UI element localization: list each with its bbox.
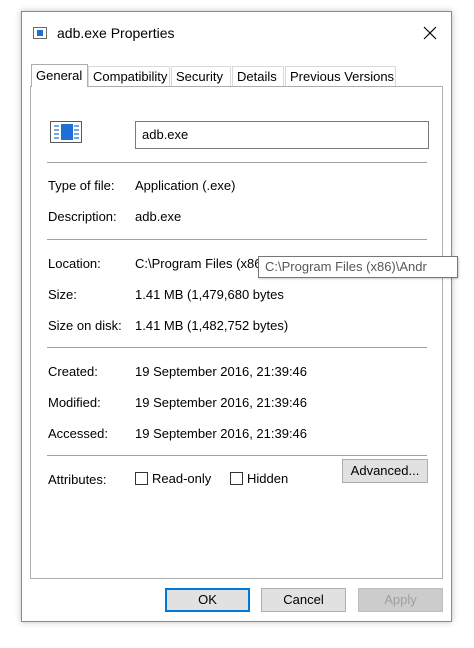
cancel-button[interactable]: Cancel: [261, 588, 346, 612]
readonly-label: Read-only: [152, 471, 212, 486]
close-button[interactable]: [409, 12, 451, 54]
divider: [47, 239, 427, 240]
size-value: 1.41 MB (1,479,680 bytes: [135, 287, 284, 302]
file-name-input[interactable]: adb.exe: [135, 121, 429, 149]
readonly-checkbox[interactable]: Read-only: [135, 471, 211, 486]
created-label: Created:: [48, 364, 98, 379]
title-bar: adb.exe Properties: [22, 12, 451, 54]
location-tooltip: C:\Program Files (x86)\Andr: [258, 256, 458, 278]
divider: [47, 162, 427, 163]
modified-value: 19 September 2016, 21:39:46: [135, 395, 308, 410]
window-title: adb.exe Properties: [57, 25, 175, 41]
created-value: 19 September 2016, 21:39:46: [135, 364, 308, 379]
apply-button[interactable]: Apply: [358, 588, 443, 612]
tab-security[interactable]: Security: [171, 66, 231, 86]
size-label: Size:: [48, 287, 77, 302]
tab-previous-versions[interactable]: Previous Versions: [285, 66, 396, 86]
type-value: Application (.exe): [135, 178, 236, 193]
description-value: adb.exe: [135, 209, 182, 224]
size-on-disk-label: Size on disk:: [48, 318, 122, 333]
hidden-checkbox[interactable]: Hidden: [230, 471, 288, 486]
location-label: Location:: [48, 256, 101, 271]
tab-details[interactable]: Details: [232, 66, 284, 86]
divider: [47, 347, 427, 348]
hidden-checkbox-box[interactable]: [230, 472, 243, 485]
file-icon: [50, 121, 82, 143]
advanced-button[interactable]: Advanced...: [342, 459, 428, 483]
accessed-label: Accessed:: [48, 426, 108, 441]
modified-label: Modified:: [48, 395, 101, 410]
close-icon: [423, 26, 437, 40]
size-on-disk-value: 1.41 MB (1,482,752 bytes): [135, 318, 289, 333]
readonly-checkbox-box[interactable]: [135, 472, 148, 485]
app-icon: [33, 27, 47, 39]
general-panel: adb.exe Type of file: Application (.exe)…: [30, 86, 443, 579]
attributes-label: Attributes:: [48, 472, 107, 487]
type-label: Type of file:: [48, 178, 115, 193]
divider: [47, 455, 427, 456]
description-label: Description:: [48, 209, 117, 224]
properties-dialog: adb.exe Properties General Compatibility…: [21, 11, 452, 622]
tab-compatibility[interactable]: Compatibility: [88, 66, 170, 86]
accessed-value: 19 September 2016, 21:39:46: [135, 426, 308, 441]
tab-general[interactable]: General: [31, 64, 88, 87]
hidden-label: Hidden: [247, 471, 289, 486]
ok-button[interactable]: OK: [165, 588, 250, 612]
